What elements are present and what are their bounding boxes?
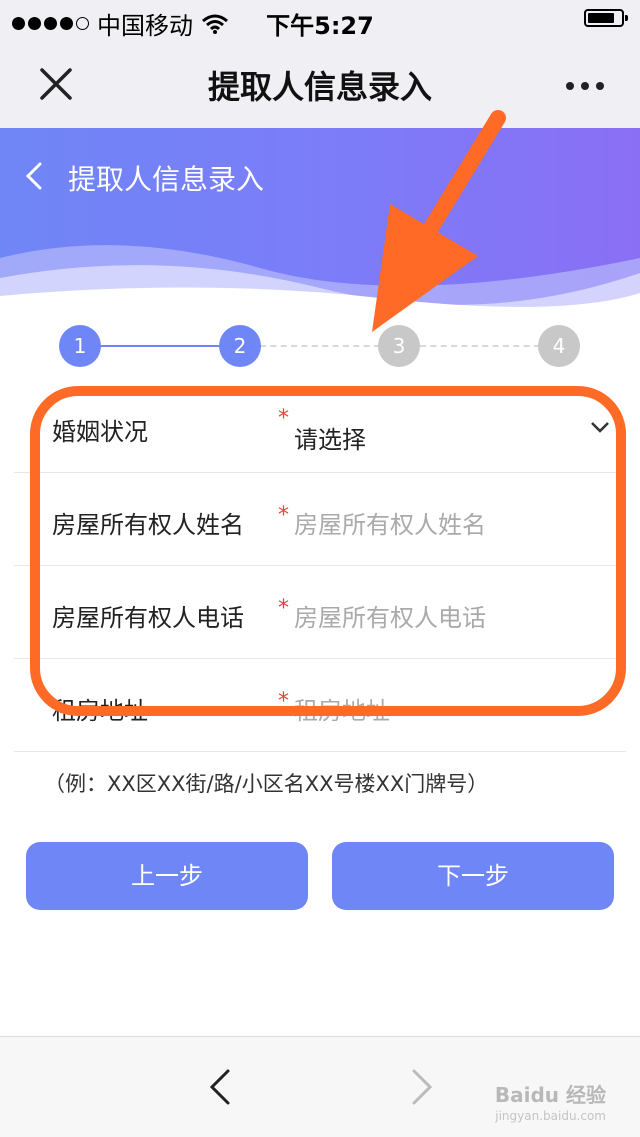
annotation-arrow-icon [372,110,506,332]
